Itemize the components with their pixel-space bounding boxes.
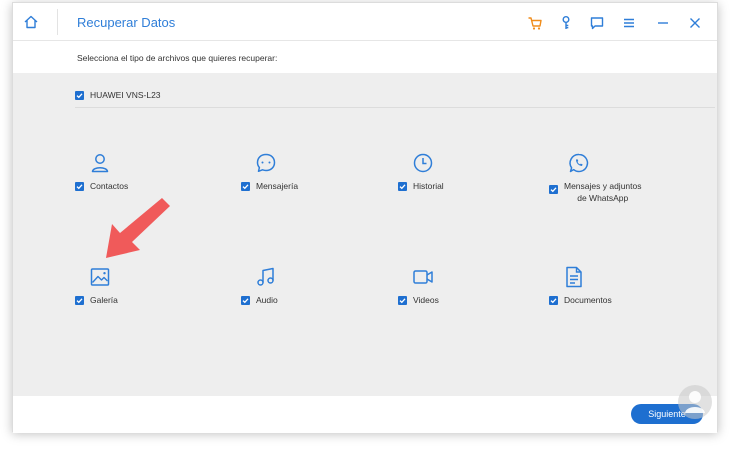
device-name: HUAWEI VNS-L23 (90, 90, 161, 100)
video-icon (413, 270, 433, 284)
contacts-icon (91, 154, 109, 173)
item-label: Galería (90, 295, 118, 305)
item-label: Videos (413, 295, 439, 305)
messaging-icon (256, 153, 276, 173)
item-label: Documentos (564, 295, 612, 305)
close-icon[interactable] (687, 15, 703, 31)
item-label: Mensajes y adjuntos de WhatsApp (564, 180, 642, 204)
instruction-text: Selecciona el tipo de archivos que quier… (77, 53, 278, 63)
annotation-arrow-icon (106, 198, 170, 258)
item-label: Audio (256, 295, 278, 305)
whatsapp-label-line2: de WhatsApp (577, 193, 629, 203)
footer-bar: Siguiente (13, 396, 717, 433)
item-label: Contactos (90, 181, 129, 191)
watermark-logo-icon (678, 385, 712, 419)
title-bar: Recuperar Datos (13, 3, 717, 41)
chat-icon[interactable] (589, 15, 605, 31)
device-checkbox[interactable] (75, 90, 84, 100)
title-separator (57, 9, 58, 35)
videos-checkbox[interactable] (398, 296, 407, 305)
cart-icon[interactable] (527, 15, 543, 31)
whatsapp-checkbox[interactable] (549, 185, 558, 194)
device-row[interactable]: HUAWEI VNS-L23 (75, 90, 161, 100)
window-title: Recuperar Datos (77, 15, 176, 30)
contactos-checkbox[interactable] (75, 182, 84, 191)
galeria-checkbox[interactable] (75, 296, 84, 305)
history-icon (413, 153, 433, 173)
item-label: Historial (413, 181, 444, 191)
gallery-icon (90, 268, 110, 286)
divider (75, 107, 715, 108)
item-label: Mensajería (256, 181, 299, 191)
whatsapp-label-line1: Mensajes y adjuntos (564, 181, 642, 191)
documentos-checkbox[interactable] (549, 296, 558, 305)
key-icon[interactable] (558, 15, 574, 31)
minimize-icon[interactable] (655, 15, 671, 31)
historial-checkbox[interactable] (398, 182, 407, 191)
audio-icon (257, 267, 274, 286)
audio-checkbox[interactable] (241, 296, 250, 305)
menu-icon[interactable] (621, 15, 637, 31)
whatsapp-icon (569, 153, 589, 173)
mensajeria-checkbox[interactable] (241, 182, 250, 191)
home-icon[interactable] (23, 14, 39, 30)
document-icon (566, 266, 582, 288)
